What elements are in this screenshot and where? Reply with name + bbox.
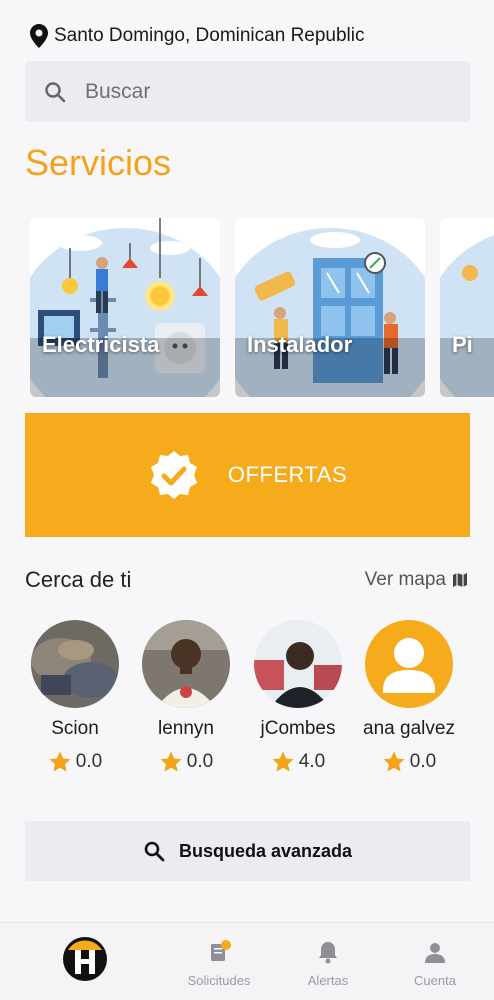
installer-illustration [235, 218, 425, 397]
star-icon [383, 751, 405, 772]
person-rating: 4.0 [243, 750, 353, 774]
nearby-person-ana-galvez[interactable]: ana galvez 0.0 [354, 620, 464, 774]
view-map-link[interactable]: Ver mapa [365, 569, 468, 591]
service-card-partial[interactable]: Pi [440, 218, 494, 397]
avatar [365, 620, 453, 708]
search-icon [45, 81, 66, 102]
search-icon [144, 841, 165, 862]
check-badge-icon [150, 451, 197, 499]
requests-icon [211, 940, 231, 961]
home-screen: Santo Domingo, Dominican Republic Servic… [0, 0, 494, 1000]
rating-value: 0.0 [409, 751, 437, 772]
search-bar[interactable] [25, 61, 470, 122]
rating-value: 0.0 [186, 751, 214, 772]
star-icon [160, 751, 182, 772]
nav-label: Solicitudes [187, 973, 251, 988]
person-name: ana galvez [363, 718, 455, 739]
nav-cuenta[interactable]: Cuenta [390, 923, 480, 1000]
person-rating: 0.0 [354, 750, 464, 774]
rating-value: 4.0 [298, 751, 326, 772]
bottom-nav: Solicitudes Alertas Cuenta [0, 922, 494, 1000]
star-icon [49, 751, 71, 772]
offers-button[interactable]: OFFERTAS [25, 413, 470, 537]
nav-label: Alertas [307, 973, 349, 988]
avatar [254, 620, 342, 708]
service-card-label: Pi [452, 332, 473, 357]
person-name: lennyn [158, 718, 214, 739]
electrician-illustration [30, 218, 220, 397]
app-logo-icon [63, 937, 107, 981]
location-text: Santo Domingo, Dominican Republic [54, 25, 365, 46]
service-card-electricista[interactable]: Electricista [30, 218, 220, 397]
person-rating: 0.0 [131, 750, 241, 774]
service-card-instalador[interactable]: Instalador [235, 218, 425, 397]
location-bar[interactable]: Santo Domingo, Dominican Republic [30, 22, 365, 50]
default-avatar-icon [365, 620, 453, 708]
advanced-search-button[interactable]: Busqueda avanzada [25, 821, 470, 881]
search-input[interactable] [85, 79, 425, 104]
user-icon [425, 943, 445, 963]
view-map-label: Ver mapa [364, 569, 446, 590]
nearby-title: Cerca de ti [25, 567, 132, 592]
rating-value: 0.0 [75, 751, 103, 772]
bell-icon [319, 942, 337, 964]
nearby-person-jcombes[interactable]: jCombes 4.0 [243, 620, 353, 774]
map-icon [453, 573, 467, 587]
service-card-label: Instalador [247, 332, 353, 357]
services-title: Servicios [25, 142, 172, 183]
person-name: Scion [51, 718, 99, 739]
service-card-label: Electricista [42, 332, 160, 357]
map-pin-icon [30, 24, 48, 48]
star-icon [272, 751, 294, 772]
nearby-person-lennyn[interactable]: lennyn 0.0 [131, 620, 241, 774]
services-carousel[interactable]: Electricista Instalador Pi [30, 218, 494, 398]
advanced-search-label: Busqueda avanzada [178, 840, 353, 861]
offers-label: OFFERTAS [227, 462, 348, 487]
nav-alertas[interactable]: Alertas [283, 923, 373, 1000]
avatar [142, 620, 230, 708]
nearby-person-scion[interactable]: Scion 0.0 [20, 620, 130, 774]
nav-home[interactable] [40, 923, 130, 1000]
avatar [31, 620, 119, 708]
nav-solicitudes[interactable]: Solicitudes [174, 923, 264, 1000]
service-illustration [440, 218, 494, 397]
nav-label: Cuenta [414, 973, 456, 988]
person-rating: 0.0 [20, 750, 130, 774]
person-name: jCombes [260, 718, 336, 739]
